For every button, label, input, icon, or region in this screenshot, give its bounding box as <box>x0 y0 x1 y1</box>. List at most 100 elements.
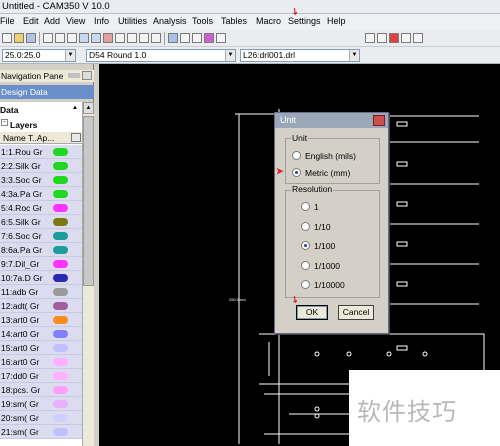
radio-resolution-10000-label[interactable]: 1/10000 <box>314 280 345 290</box>
menu-view[interactable]: View <box>66 16 85 26</box>
layer-row[interactable]: 21:sm( Gr <box>0 425 82 439</box>
layer-color-swatch[interactable] <box>53 344 68 352</box>
close-icon[interactable] <box>373 115 385 126</box>
layer-color-swatch[interactable] <box>53 372 68 380</box>
radio-resolution-1000[interactable] <box>301 261 310 270</box>
radio-resolution-1[interactable] <box>301 202 310 211</box>
layer-row[interactable]: 8:6a.Pa Gr <box>0 243 82 257</box>
menu-macro[interactable]: Macro <box>256 16 281 26</box>
menu-utilities[interactable]: Utilities <box>118 16 147 26</box>
columns-menu-icon[interactable] <box>71 133 81 142</box>
radio-resolution-10[interactable] <box>301 222 310 231</box>
new-icon[interactable] <box>2 33 12 43</box>
layer-color-swatch[interactable] <box>53 162 68 170</box>
snap-icon[interactable] <box>192 33 202 43</box>
move-icon[interactable] <box>365 33 375 43</box>
radio-resolution-1-label[interactable]: 1 <box>314 202 319 212</box>
layer-row[interactable]: 7:6.Soc Gr <box>0 229 82 243</box>
zoom-all-icon[interactable] <box>115 33 125 43</box>
menu-file[interactable]: File <box>0 16 15 26</box>
radio-resolution-1000-label[interactable]: 1/1000 <box>314 261 340 271</box>
layer-color-swatch[interactable] <box>53 190 68 198</box>
delete-icon[interactable] <box>389 33 399 43</box>
layer-row[interactable]: 16:art0 Gr <box>0 355 82 369</box>
collapse-icon[interactable]: ▲ <box>72 105 78 111</box>
layer-color-swatch[interactable] <box>53 358 68 366</box>
redo-icon[interactable] <box>55 33 65 43</box>
radio-english-label[interactable]: English (mils) <box>305 151 356 161</box>
tree-layers[interactable]: Layers <box>10 120 37 130</box>
menu-tables[interactable]: Tables <box>221 16 247 26</box>
layer-icon[interactable] <box>151 33 161 43</box>
chevron-down-icon[interactable]: ▼ <box>225 50 235 61</box>
radio-english[interactable] <box>292 151 301 160</box>
menu-info[interactable]: Info <box>94 16 109 26</box>
menu-help[interactable]: Help <box>327 16 346 26</box>
layer-row[interactable]: 14:art0 Gr <box>0 327 82 341</box>
layer-color-swatch[interactable] <box>53 414 68 422</box>
layer-color-swatch[interactable] <box>53 316 68 324</box>
query-icon[interactable] <box>216 33 226 43</box>
layer-color-swatch[interactable] <box>53 246 68 254</box>
layer-row[interactable]: 11:adb Gr <box>0 285 82 299</box>
layer-color-swatch[interactable] <box>53 386 68 394</box>
layer-row[interactable]: 19:sm( Gr <box>0 397 82 411</box>
pan-icon[interactable] <box>127 33 137 43</box>
zoom-out-icon[interactable] <box>91 33 101 43</box>
rotate-icon[interactable] <box>401 33 411 43</box>
cancel-button[interactable]: Cancel <box>338 305 374 320</box>
layer-row[interactable]: 2:2.Silk Gr <box>0 159 82 173</box>
layer-row[interactable]: 10:7a.D Gr <box>0 271 82 285</box>
layer-color-swatch[interactable] <box>53 218 68 226</box>
chevron-down-icon[interactable]: ▼ <box>349 50 359 61</box>
mirror-icon[interactable] <box>413 33 423 43</box>
layer-color-swatch[interactable] <box>53 428 68 436</box>
layer-row[interactable]: 5:4.Roc Gr <box>0 201 82 215</box>
color-icon[interactable] <box>204 33 214 43</box>
layer-color-swatch[interactable] <box>53 204 68 212</box>
zoom-window-icon[interactable] <box>103 33 113 43</box>
grid-icon[interactable] <box>139 33 149 43</box>
layer-color-swatch[interactable] <box>53 176 68 184</box>
save-icon[interactable] <box>26 33 36 43</box>
measure-icon[interactable] <box>180 33 190 43</box>
layer-color-swatch[interactable] <box>53 302 68 310</box>
menu-edit[interactable]: Edit <box>23 16 39 26</box>
select-icon[interactable] <box>168 33 178 43</box>
radio-resolution-10-label[interactable]: 1/10 <box>314 222 331 232</box>
nav-scrollbar[interactable]: ▲ <box>82 102 94 446</box>
layer-color-swatch[interactable] <box>53 232 68 240</box>
layer-color-swatch[interactable] <box>53 148 68 156</box>
close-icon[interactable] <box>82 71 92 80</box>
layer-row[interactable]: 6:5.Silk Gr <box>0 215 82 229</box>
dcode-select[interactable]: D54 Round 1.0 ▼ <box>86 49 236 62</box>
menu-tools[interactable]: Tools <box>192 16 213 26</box>
scroll-up-icon[interactable]: ▲ <box>83 102 94 114</box>
layer-row[interactable]: 1:1.Rou Gr <box>0 145 82 159</box>
layer-row[interactable]: 15:art0 Gr <box>0 341 82 355</box>
scroll-thumb[interactable] <box>83 116 94 286</box>
radio-resolution-100[interactable] <box>301 241 310 250</box>
layer-color-swatch[interactable] <box>53 400 68 408</box>
coordinates-combo[interactable]: 25.0:25.0 ▼ <box>2 49 76 62</box>
zoom-in-icon[interactable] <box>79 33 89 43</box>
radio-resolution-10000[interactable] <box>301 280 310 289</box>
layer-color-swatch[interactable] <box>53 260 68 268</box>
menu-add[interactable]: Add <box>44 16 60 26</box>
layer-row[interactable]: 9:7.Dil_Gr <box>0 257 82 271</box>
menu-analysis[interactable]: Analysis <box>153 16 187 26</box>
layer-select[interactable]: L26:drl001.drl ▼ <box>240 49 360 62</box>
radio-resolution-100-label[interactable]: 1/100 <box>314 241 335 251</box>
layer-row[interactable]: 3:3.Soc Gr <box>0 173 82 187</box>
layer-row[interactable]: 12:adt( Gr <box>0 299 82 313</box>
tree-root-data[interactable]: Data <box>0 105 18 115</box>
layer-color-swatch[interactable] <box>53 330 68 338</box>
layer-row[interactable]: 4:3a.Pa Gr <box>0 187 82 201</box>
ok-button[interactable]: OK <box>296 305 328 320</box>
layer-row[interactable]: 20:sm( Gr <box>0 411 82 425</box>
chevron-down-icon[interactable]: ▼ <box>65 50 75 61</box>
undo-icon[interactable] <box>43 33 53 43</box>
copy-icon[interactable] <box>377 33 387 43</box>
layer-color-swatch[interactable] <box>53 288 68 296</box>
layer-row[interactable]: 18:pcs. Gr <box>0 383 82 397</box>
